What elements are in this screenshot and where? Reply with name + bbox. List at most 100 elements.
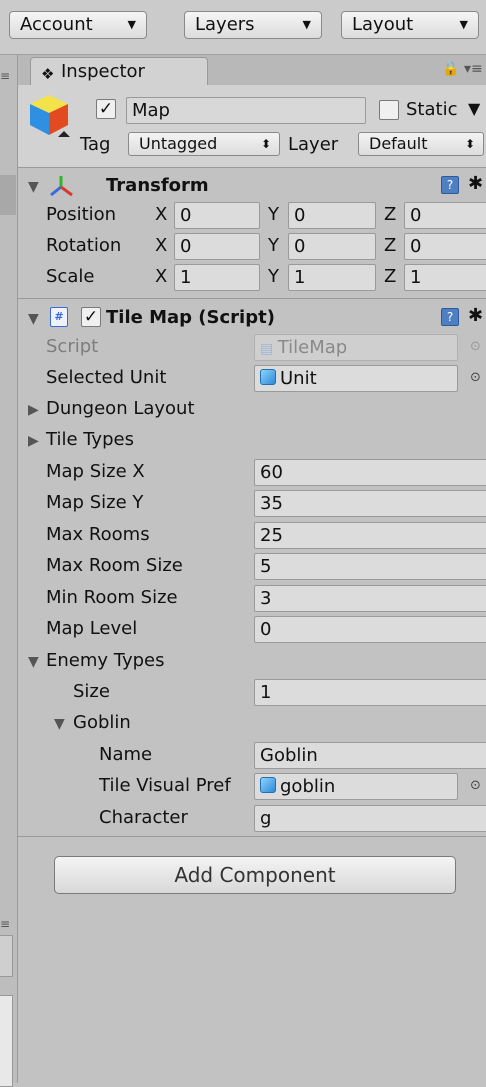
rotation-z-input[interactable]: 0 (404, 233, 486, 260)
help-book-icon[interactable]: ? (441, 308, 459, 326)
layout-dropdown[interactable]: Layout ▼ (341, 11, 479, 39)
object-picker-icon[interactable]: ⊙ (470, 370, 481, 385)
top-toolbar: Account ▼ Layers ▼ Layout ▼ (0, 0, 486, 55)
tile-visual-prefab-label: Tile Visual Pref (99, 775, 231, 796)
panel-list-edge (0, 995, 13, 1087)
tile-visual-prefab-field[interactable]: goblin (254, 773, 458, 800)
axis-z-label[interactable]: Z (384, 235, 396, 256)
scrollbar-thumb[interactable] (0, 175, 16, 215)
account-dropdown[interactable]: Account ▼ (9, 11, 147, 39)
enemy-types-foldout[interactable]: Enemy Types (46, 650, 165, 671)
dungeon-layout-foldout[interactable]: Dungeon Layout (46, 398, 195, 419)
updown-arrow-icon: ⬍ (464, 137, 475, 151)
script-file-icon: ▤ (260, 341, 278, 357)
add-component-button[interactable]: Add Component (54, 856, 456, 894)
map-level-label: Map Level (46, 618, 138, 639)
object-header: ✓ Map Static ▼ Tag Untagged ⬍ Layer Defa… (18, 85, 486, 168)
selected-unit-value: Unit (280, 368, 317, 389)
lock-icon[interactable]: 🔒 (442, 61, 459, 77)
collapse-arrow-icon[interactable]: ▼ (28, 654, 39, 670)
map-size-y-input[interactable]: 35 (254, 490, 486, 517)
expand-arrow-icon[interactable]: ▶ (28, 402, 39, 418)
position-y-input[interactable]: 0 (288, 202, 376, 229)
tile-types-foldout[interactable]: Tile Types (46, 429, 134, 450)
scale-x-input[interactable]: 1 (174, 264, 260, 291)
prefab-cube-icon (260, 777, 276, 793)
axis-x-label[interactable]: X (155, 266, 167, 287)
tab-menu-icon[interactable]: ▾≡ (464, 61, 483, 77)
gameobject-cube-icon (30, 95, 70, 137)
position-x-input[interactable]: 0 (174, 202, 260, 229)
tilemap-enabled-checkbox[interactable]: ✓ (81, 307, 101, 327)
script-label: Script (46, 336, 99, 357)
section-divider (18, 298, 486, 299)
max-room-size-input[interactable]: 5 (254, 553, 486, 580)
account-label: Account (20, 14, 93, 35)
transform-axes-icon (50, 176, 73, 197)
tab-inspector[interactable]: ❖ Inspector (30, 57, 208, 87)
transform-fold-arrow-icon[interactable]: ▼ (28, 179, 39, 195)
size-label: Size (73, 681, 110, 702)
tag-value: Untagged (139, 134, 218, 153)
tilemap-title: Tile Map (Script) (106, 307, 275, 328)
gear-icon[interactable]: ✱ (468, 305, 483, 326)
help-book-icon[interactable]: ? (441, 176, 459, 194)
chevron-down-icon: ▼ (459, 18, 468, 31)
section-divider (18, 836, 486, 837)
object-name-input[interactable]: Map (126, 97, 366, 124)
tag-dropdown[interactable]: Untagged ⬍ (128, 132, 280, 156)
static-checkbox[interactable] (379, 100, 399, 120)
panel-tab-edge (0, 935, 13, 977)
name-label: Name (99, 744, 153, 765)
layer-dropdown[interactable]: Default ⬍ (358, 132, 484, 156)
chevron-down-icon: ▼ (302, 18, 311, 31)
layers-dropdown[interactable]: Layers ▼ (184, 11, 322, 39)
axis-x-label[interactable]: X (155, 204, 167, 225)
script-value: TileMap (277, 337, 348, 358)
map-size-x-label: Map Size X (46, 461, 145, 482)
tilemap-fold-arrow-icon[interactable]: ▼ (28, 311, 39, 327)
transform-title: Transform (106, 175, 209, 196)
axis-y-label[interactable]: Y (268, 204, 279, 225)
static-dropdown-arrow-icon[interactable]: ▼ (468, 99, 480, 118)
rotation-label: Rotation (46, 235, 122, 256)
scale-label: Scale (46, 266, 95, 287)
position-z-input[interactable]: 0 (404, 202, 486, 229)
map-size-x-input[interactable]: 60 (254, 459, 486, 486)
min-room-size-input[interactable]: 3 (254, 585, 486, 612)
layer-label: Layer (288, 134, 339, 155)
axis-z-label[interactable]: Z (384, 204, 396, 225)
axis-x-label[interactable]: X (155, 235, 167, 256)
updown-arrow-icon: ⬍ (260, 137, 271, 151)
expand-arrow-icon[interactable]: ▶ (28, 433, 39, 449)
script-file-icon: # (50, 307, 68, 327)
active-checkbox[interactable]: ✓ (96, 99, 116, 119)
object-picker-icon[interactable]: ⊙ (470, 778, 481, 793)
map-level-input[interactable]: 0 (254, 616, 486, 643)
collapse-arrow-icon[interactable]: ▼ (54, 716, 65, 732)
map-size-y-label: Map Size Y (46, 492, 144, 513)
prefab-cube-icon (260, 369, 276, 385)
character-input[interactable]: g (254, 805, 486, 832)
panel-menu-icon[interactable]: ≡ (0, 917, 10, 931)
size-input[interactable]: 1 (254, 679, 486, 706)
tab-inspector-label: Inspector (61, 61, 145, 82)
character-label: Character (99, 807, 188, 828)
selected-unit-field[interactable]: Unit (254, 365, 458, 392)
tag-label: Tag (80, 134, 111, 155)
scale-y-input[interactable]: 1 (288, 264, 376, 291)
axis-y-label[interactable]: Y (268, 235, 279, 256)
panel-menu-icon[interactable]: ≡ (0, 69, 10, 83)
max-rooms-input[interactable]: 25 (254, 522, 486, 549)
object-picker-icon: ⊙ (470, 339, 481, 354)
goblin-foldout[interactable]: Goblin (73, 712, 131, 733)
rotation-y-input[interactable]: 0 (288, 233, 376, 260)
axis-y-label[interactable]: Y (268, 266, 279, 287)
name-input[interactable]: Goblin (254, 742, 486, 769)
tile-visual-prefab-value: goblin (280, 776, 336, 797)
gear-icon[interactable]: ✱ (468, 173, 483, 194)
min-room-size-label: Min Room Size (46, 587, 178, 608)
scale-z-input[interactable]: 1 (404, 264, 486, 291)
axis-z-label[interactable]: Z (384, 266, 396, 287)
rotation-x-input[interactable]: 0 (174, 233, 260, 260)
